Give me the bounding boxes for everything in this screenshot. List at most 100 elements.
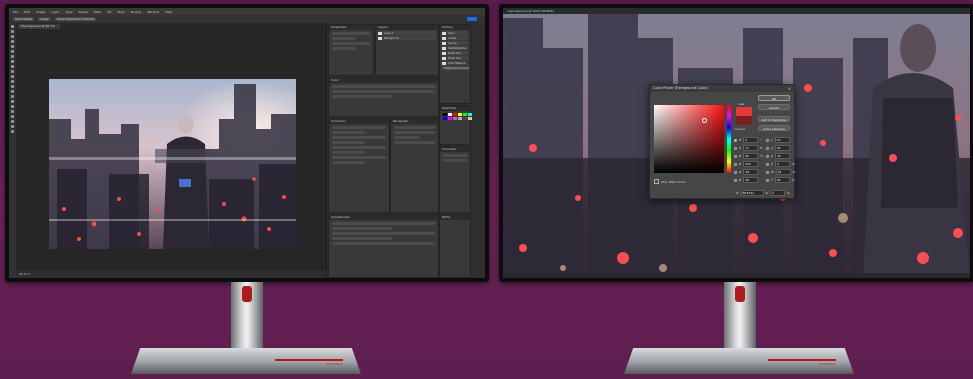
swatch[interactable] [463,113,467,116]
layer-row[interactable]: Background [378,36,436,40]
tool-icon[interactable] [11,45,14,48]
tool-icon[interactable] [11,115,14,118]
tool-icon[interactable] [11,80,14,83]
char-row[interactable] [332,136,386,139]
option-layer[interactable]: Layer [38,17,51,21]
char-row[interactable] [332,126,386,129]
field-input[interactable]: 53 [774,137,790,143]
field-input[interactable]: 64 [774,145,790,151]
history-item[interactable]: Curves [442,41,468,45]
swatch[interactable] [463,117,467,120]
radio-a[interactable] [766,146,769,150]
color-field[interactable] [654,105,724,173]
radio-b[interactable] [766,154,769,158]
field-input[interactable]: 58 [743,169,759,175]
field-input[interactable]: 0 [743,137,759,143]
adj-row[interactable] [332,222,435,225]
char-row[interactable] [332,146,386,149]
menu-item-file[interactable]: File [13,10,18,14]
radio-b[interactable] [734,154,737,158]
swatch[interactable] [453,117,457,120]
char-row[interactable] [332,131,365,134]
color-slider[interactable] [332,85,435,88]
tool-icon[interactable] [11,110,14,113]
color-libraries-button[interactable]: Color Libraries [758,125,790,131]
para-row[interactable] [394,136,420,139]
field-input[interactable]: 85 [774,177,790,183]
tool-icon[interactable] [11,60,14,63]
layer-row[interactable]: Layer 1 [378,31,436,35]
field-input[interactable]: 40 [774,153,790,159]
color-slider[interactable] [332,95,392,98]
cancel-button[interactable]: Cancel [758,104,790,110]
field-input[interactable]: 90 [743,153,759,159]
history-item[interactable]: Color Balance [442,61,468,65]
swatch[interactable] [443,113,447,116]
adj-row[interactable] [332,227,392,230]
tool-icon[interactable] [11,120,14,123]
char-row[interactable] [332,161,365,164]
menu-item-3d[interactable]: 3D [107,10,111,14]
ok-button[interactable]: OK [758,95,790,101]
tool-icon[interactable] [11,65,14,68]
field-input[interactable]: 75 [742,145,758,151]
channel-row[interactable] [443,154,467,157]
tool-icon[interactable] [11,100,14,103]
menu-item-plugins[interactable]: Plugins [131,10,142,14]
menu-item-window[interactable]: Window [147,10,159,14]
menu-item-select[interactable]: Select [79,10,88,14]
tool-icon[interactable] [11,75,14,78]
swatch[interactable] [448,113,452,116]
hue-slider[interactable] [727,105,731,173]
prop-row[interactable] [332,37,357,40]
history-item[interactable]: Brush Tool [442,56,468,60]
radio-y[interactable] [766,178,769,182]
radio-s[interactable] [734,146,737,150]
char-row[interactable] [332,156,386,159]
swatch[interactable] [458,113,462,116]
current-color-swatch[interactable] [736,116,752,125]
tool-icon[interactable] [11,125,14,128]
tool-icon[interactable] [11,105,14,108]
field-input[interactable]: 6 [775,161,791,167]
tool-icon[interactable] [11,30,14,33]
char-row[interactable] [332,151,365,154]
menu-item-view[interactable]: View [117,10,124,14]
swatch[interactable] [468,113,472,116]
option-auto-select[interactable]: Auto-Select [13,17,35,21]
prop-row[interactable] [332,32,370,35]
tool-icon[interactable] [11,50,14,53]
option-show-transform-controls[interactable]: Show Transform Controls [54,17,97,21]
hex-input[interactable]: E63A3A [740,190,764,196]
menu-item-help[interactable]: Help [165,10,172,14]
field-input[interactable]: 230 [743,161,759,167]
tool-icon[interactable] [11,95,14,98]
tool-icon[interactable] [11,55,14,58]
history-item[interactable]: Open [442,31,468,35]
history-item[interactable]: Brightness/Contrast [442,66,469,70]
adj-row[interactable] [332,232,435,235]
char-row[interactable] [332,141,365,144]
channel-row[interactable] [443,159,467,162]
para-row[interactable] [394,141,435,144]
tool-icon[interactable] [11,85,14,88]
picker-cursor[interactable] [702,118,707,123]
swatch[interactable] [448,117,452,120]
tool-icon[interactable] [11,130,14,133]
tool-icon[interactable] [11,90,14,93]
menu-item-type[interactable]: Type [66,10,73,14]
swatch[interactable] [468,117,472,120]
radio-c[interactable] [766,162,769,166]
prop-row[interactable] [332,42,370,45]
add-to-swatches-button[interactable]: Add to Swatches [758,116,790,122]
close-icon[interactable]: × [788,85,791,92]
para-row[interactable] [394,131,435,134]
radio-h[interactable] [734,138,737,142]
menu-item-edit[interactable]: Edit [24,10,30,14]
swatch[interactable] [443,117,447,120]
tool-icon[interactable] [11,40,14,43]
prop-row[interactable] [332,47,357,50]
field-input[interactable]: 93 [775,169,791,175]
radio-m[interactable] [766,170,769,174]
history-item[interactable]: Hue/Saturation [442,46,468,50]
